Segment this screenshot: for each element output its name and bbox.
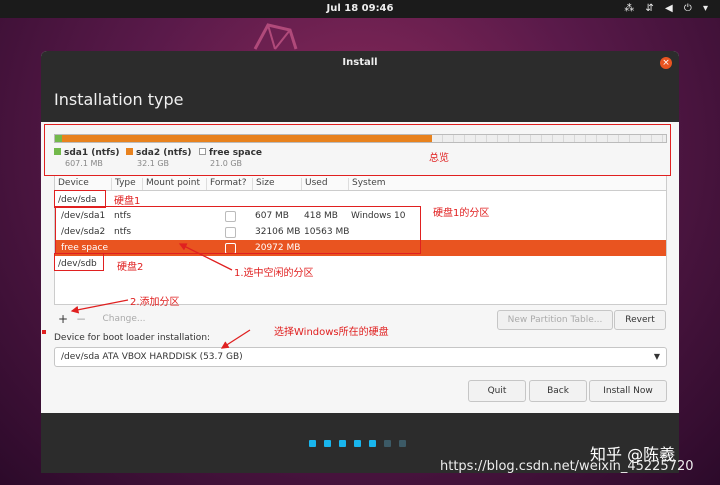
- arrow-choose-disk: [220, 329, 251, 349]
- watermark-url: https://blog.csdn.net/weixin_45225720: [440, 459, 694, 474]
- annotation-arrows: [70, 243, 251, 349]
- arrow-add-partition: [70, 299, 129, 314]
- arrow-select-free: [178, 243, 233, 271]
